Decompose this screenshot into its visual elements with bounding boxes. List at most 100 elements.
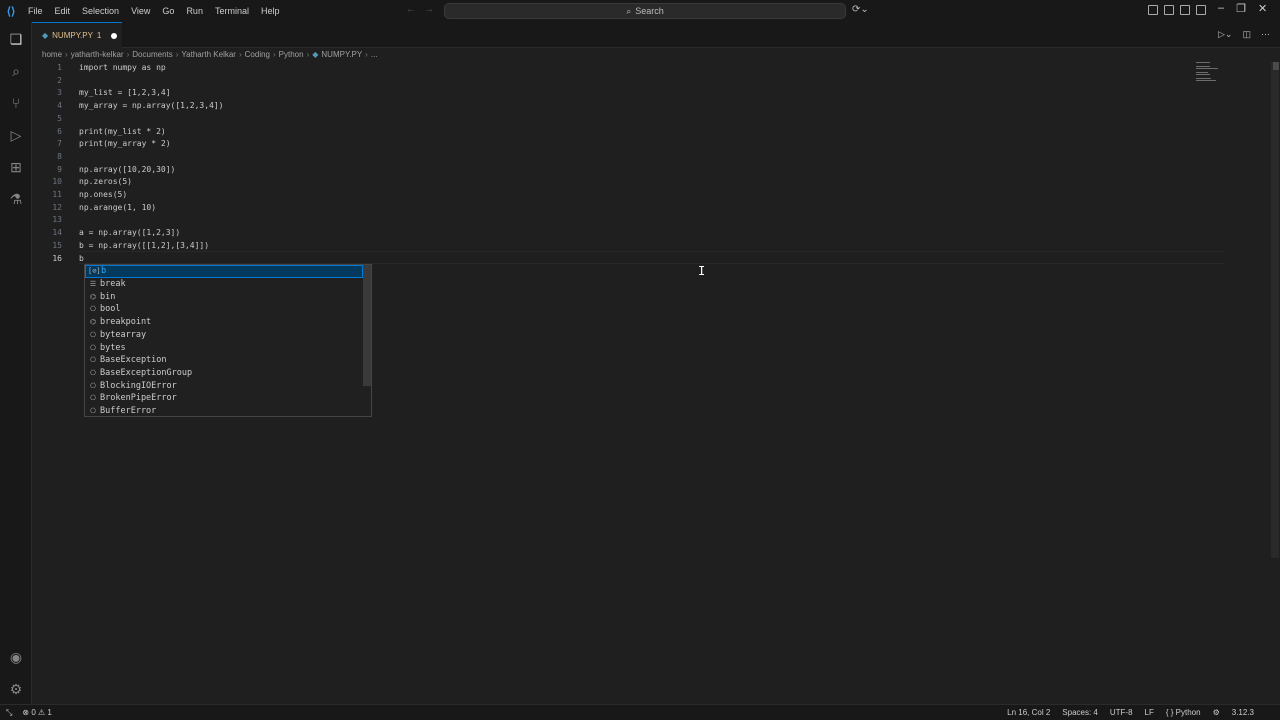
suggestion-item[interactable]: ⎔ BrokenPipeError [85, 392, 363, 405]
search-icon[interactable]: ⌕ [7, 62, 25, 80]
end-of-line[interactable]: LF [1145, 708, 1154, 717]
restore-icon[interactable]: ❐ [1236, 2, 1246, 15]
account-icon[interactable]: ◉ [7, 648, 25, 666]
editor-actions: ▷⌄ ◫ ⋯ [1218, 29, 1270, 40]
menu-selection[interactable]: Selection [76, 6, 125, 16]
source-control-icon[interactable]: ⑂ [7, 94, 25, 112]
suggestion-item[interactable]: ⎔ BaseException [85, 354, 363, 367]
menu-file[interactable]: File [22, 6, 49, 16]
forward-arrow-icon[interactable]: → [424, 4, 434, 15]
breadcrumb-item[interactable]: yatharth-kelkar [71, 50, 124, 59]
settings-gear-icon[interactable]: ⚙ [7, 680, 25, 698]
current-line-highlight [79, 251, 1224, 264]
breadcrumb-item[interactable]: Documents [132, 50, 172, 59]
toggle-secondary-sidebar-icon[interactable] [1196, 5, 1206, 15]
breadcrumb-item[interactable]: Coding [245, 50, 270, 59]
suggestion-item[interactable]: ☰ break [85, 278, 363, 291]
suggestion-scrollbar[interactable] [363, 265, 371, 386]
line-number: 2 [57, 75, 62, 85]
python-env-icon[interactable]: ⚙ [1213, 708, 1220, 717]
menu-help[interactable]: Help [255, 6, 286, 16]
nav-arrows: ← → [406, 4, 434, 15]
search-label: Search [635, 6, 664, 16]
line-number: 12 [52, 202, 62, 212]
line-number: 13 [52, 215, 62, 225]
line-number: 8 [57, 151, 62, 161]
menu-view[interactable]: View [125, 6, 156, 16]
suggestion-item[interactable]: ⎔ bytearray [85, 329, 363, 342]
menu-run[interactable]: Run [180, 6, 209, 16]
suggestion-item[interactable]: ⎔ bytes [85, 341, 363, 354]
minimap[interactable] [1196, 62, 1268, 84]
suggestion-item-selected[interactable]: [⊘] b [85, 265, 363, 278]
class-icon: ⎔ [89, 305, 97, 314]
run-file-icon[interactable]: ▷⌄ [1218, 29, 1232, 40]
line-number: 4 [57, 101, 62, 111]
suggestion-item[interactable]: ⌬ breakpoint [85, 316, 363, 329]
suggestion-item[interactable]: ⎔ BlockingIOError [85, 379, 363, 392]
more-actions-icon[interactable]: ⋯ [1261, 29, 1270, 40]
chevron-right-icon: › [175, 49, 179, 59]
close-icon[interactable]: ✕ [1258, 2, 1267, 15]
breadcrumb-item[interactable]: Python [279, 50, 304, 59]
toggle-panel-icon[interactable] [1180, 5, 1190, 15]
line-number-active: 16 [52, 253, 62, 263]
remote-icon[interactable]: ⤡ [6, 708, 12, 718]
minimap-line [1196, 80, 1216, 81]
breadcrumb-item[interactable]: home [42, 50, 62, 59]
command-center-search[interactable]: ⌕ Search [444, 3, 846, 19]
suggestion-item[interactable]: ⎔ BufferError [85, 405, 363, 418]
problems-indicator[interactable]: ⊗ 0 ⚠ 1 [22, 708, 51, 718]
suggestion-item[interactable]: ⌬ bin [85, 290, 363, 303]
breadcrumb-item[interactable]: ... [371, 50, 378, 59]
line-number: 14 [52, 228, 62, 238]
suggestion-item[interactable]: ⎔ BaseExceptionGroup [85, 367, 363, 380]
copilot-icon[interactable]: ⟳⌄ [852, 4, 869, 15]
suggestion-item[interactable]: ⎔ bool [85, 303, 363, 316]
status-left: ⤡ ⊗ 0 ⚠ 1 [6, 708, 52, 718]
language-mode[interactable]: { } Python [1166, 708, 1201, 717]
tab-numpy-py[interactable]: ◆ NUMPY.PY 1 [32, 22, 122, 48]
line-number: 10 [52, 177, 62, 187]
cursor-position[interactable]: Ln 16, Col 2 [1007, 708, 1050, 717]
explorer-icon[interactable]: ❏ [7, 30, 25, 48]
class-icon: ⎔ [89, 368, 97, 377]
chevron-right-icon: › [65, 49, 68, 59]
code-line: my_array = np.array([1,2,3,4]) [79, 101, 224, 111]
python-file-icon: ◆ [312, 49, 319, 59]
indentation[interactable]: Spaces: 4 [1062, 708, 1098, 717]
minimize-icon[interactable]: – [1218, 2, 1224, 15]
minimap-line [1196, 66, 1210, 67]
line-number: 7 [57, 139, 62, 149]
suggestion-label: break [100, 279, 126, 290]
code-line: np.ones(5) [79, 190, 128, 199]
suggestion-label: BaseExceptionGroup [100, 367, 193, 378]
python-version[interactable]: 3.12.3 [1232, 708, 1254, 717]
back-arrow-icon[interactable]: ← [406, 4, 416, 15]
minimap-line [1196, 72, 1208, 73]
suggestion-label: breakpoint [100, 317, 152, 328]
breadcrumb-item[interactable]: NUMPY.PY [321, 50, 362, 59]
code-line: print(my_list * 2) [79, 126, 166, 136]
code-line: my_list = [1,2,3,4] [79, 88, 171, 98]
menu-go[interactable]: Go [156, 6, 180, 16]
extensions-icon[interactable]: ⊞ [7, 158, 25, 176]
suggestion-label: b [101, 266, 107, 277]
breadcrumb-item[interactable]: Yatharth Kelkar [181, 50, 236, 59]
minimap-line [1196, 78, 1211, 79]
autocomplete-suggestions: [⊘] b ☰ break ⌬ bin ⎔ bool ⌬ breakpoint … [84, 264, 372, 417]
menu-edit[interactable]: Edit [49, 6, 77, 16]
unsaved-dot-icon[interactable] [111, 32, 118, 39]
chevron-right-icon: › [126, 49, 130, 59]
encoding[interactable]: UTF-8 [1110, 708, 1133, 717]
customize-layout-icon[interactable] [1148, 5, 1158, 15]
menu-terminal[interactable]: Terminal [209, 6, 255, 16]
suggestion-label: bytes [100, 342, 126, 353]
toggle-sidebar-icon[interactable] [1164, 5, 1174, 15]
suggestion-label: BrokenPipeError [100, 393, 177, 404]
split-editor-icon[interactable]: ◫ [1242, 29, 1251, 40]
suggestion-label: bin [100, 291, 116, 302]
run-debug-icon[interactable]: ▷ [7, 126, 25, 144]
testing-icon[interactable]: ⚗ [7, 190, 25, 208]
editor-scrollbar[interactable] [1271, 62, 1279, 558]
